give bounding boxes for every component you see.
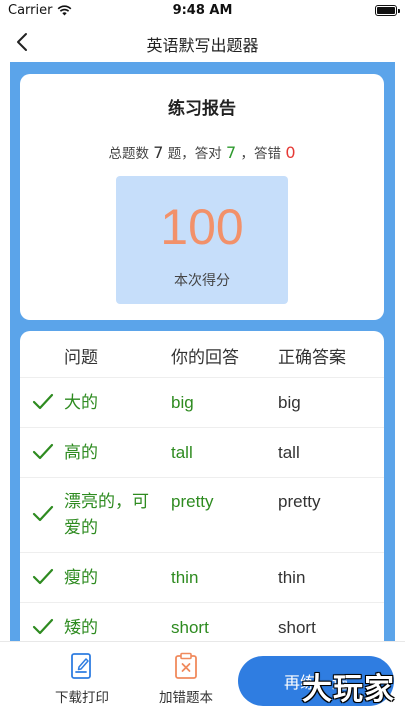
row-question: 矮的 xyxy=(64,618,98,638)
check-icon xyxy=(32,443,54,460)
check-icon xyxy=(32,505,54,522)
header-correct: 正确答案 xyxy=(278,348,346,368)
check-icon xyxy=(32,568,54,585)
row-question: 漂亮的，可爱的 xyxy=(64,492,149,538)
table-row: 大的 big big xyxy=(20,378,384,428)
row-correct: short xyxy=(278,618,316,637)
table-row: 高的 tall tall xyxy=(20,428,384,478)
row-correct: pretty xyxy=(278,492,321,511)
clipboard-x-icon xyxy=(175,652,197,679)
table-header: 问题 你的回答 正确答案 xyxy=(20,331,384,378)
table-row: 漂亮的，可爱的 pretty pretty xyxy=(20,478,384,553)
row-answer: tall xyxy=(171,443,193,462)
add-wrong-book-label: 加错题本 xyxy=(159,690,213,706)
score-label: 本次得分 xyxy=(174,273,230,289)
row-question: 高的 xyxy=(64,443,98,463)
summary-mid1: 题，答对 xyxy=(167,146,222,162)
check-icon xyxy=(32,618,54,635)
header-question: 问题 xyxy=(64,348,98,368)
download-print-button[interactable]: 下载打印 xyxy=(42,652,122,706)
battery-icon xyxy=(375,5,400,16)
main-content: 练习报告 总题数 7 题，答对 7 ，答错 0 100 本次得分 问题 你的回答… xyxy=(0,62,405,671)
correct-count: 7 xyxy=(226,143,237,162)
score-box: 100 本次得分 xyxy=(116,176,288,304)
row-correct: thin xyxy=(278,568,306,587)
row-answer: thin xyxy=(171,568,199,587)
summary-mid2: ，答错 xyxy=(240,146,282,162)
row-answer: short xyxy=(171,618,209,637)
download-print-label: 下载打印 xyxy=(55,690,109,706)
status-time: 9:48 AM xyxy=(172,3,233,18)
add-wrong-book-button[interactable]: 加错题本 xyxy=(146,652,226,706)
page-title: 英语默写出题器 xyxy=(146,36,259,55)
document-edit-icon xyxy=(71,653,91,679)
total-count: 7 xyxy=(153,143,164,162)
row-answer: pretty xyxy=(171,492,214,511)
header-answer: 你的回答 xyxy=(171,348,239,368)
row-answer: big xyxy=(171,393,194,412)
row-correct: big xyxy=(278,393,301,412)
row-question: 大的 xyxy=(64,393,98,413)
row-question: 瘦的 xyxy=(64,568,98,588)
score-value: 100 xyxy=(160,199,244,255)
report-title: 练习报告 xyxy=(168,99,236,119)
answers-table: 问题 你的回答 正确答案 大的 big big 高的 tall tall 漂亮的… xyxy=(20,331,384,671)
table-row: 瘦的 thin thin xyxy=(20,553,384,603)
nav-bar: 英语默写出题器 xyxy=(0,22,405,62)
report-card: 练习报告 总题数 7 题，答对 7 ，答错 0 100 本次得分 xyxy=(20,74,384,320)
check-icon xyxy=(32,393,54,410)
report-summary: 总题数 7 题，答对 7 ，答错 0 xyxy=(20,142,384,162)
row-correct: tall xyxy=(278,443,300,462)
summary-prefix: 总题数 xyxy=(108,146,149,162)
watermark: 大玩家 xyxy=(302,672,395,707)
status-bar: Carrier 9:48 AM xyxy=(0,0,405,22)
wrong-count: 0 xyxy=(285,143,296,162)
bottom-bar: 下载打印 加错题本 再练一遍 大玩家 xyxy=(0,641,405,720)
